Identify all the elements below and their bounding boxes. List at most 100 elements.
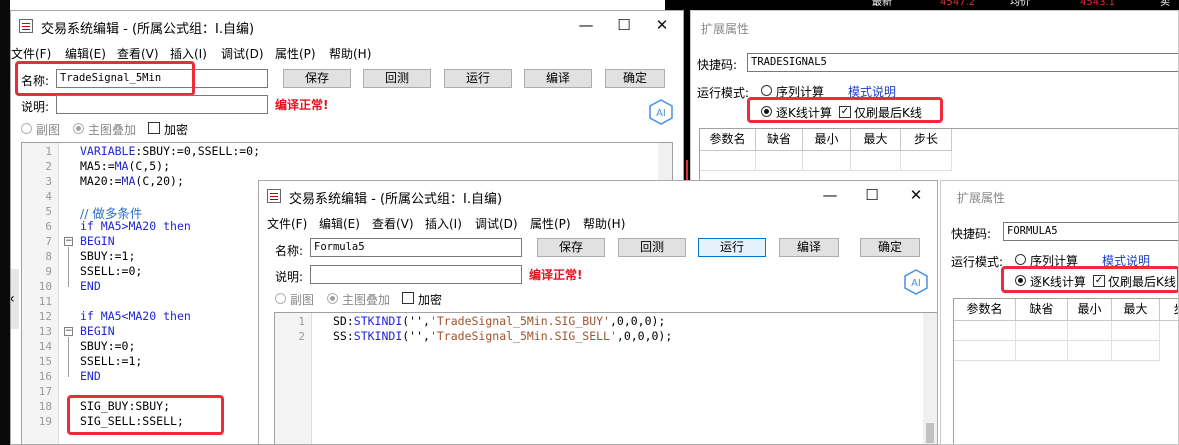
encrypt-label: 加密: [164, 123, 189, 137]
fold-toggle[interactable]: −: [64, 327, 73, 336]
table-cell[interactable]: [700, 151, 756, 171]
backtest-button[interactable]: 回测: [618, 238, 686, 257]
svg-text:AI: AI: [656, 108, 666, 119]
ai-assistant-icon[interactable]: AI: [648, 99, 674, 125]
col-min: 最小: [1068, 299, 1112, 321]
code-line-1: SD:STKINDI('','TradeSignal_5Min.SIG_BUY'…: [333, 314, 666, 328]
line-gutter: 1 2 3 4 5 6 7 8 9 10 11 12 13 14 15 16 1…: [22, 143, 59, 444]
ok-button[interactable]: 确定: [860, 238, 920, 257]
highlight-output-box: [67, 395, 224, 435]
code-line-6: if MA5>MA20 then: [80, 219, 191, 233]
menu-debug[interactable]: 调试(D): [475, 215, 518, 232]
shortcut-input[interactable]: FORMULA5: [1003, 222, 1178, 241]
close-button[interactable]: ✕: [639, 11, 683, 41]
panel-title: 扩展属性: [957, 191, 1006, 205]
table-cell[interactable]: [1112, 321, 1160, 341]
menu-view[interactable]: 查看(V): [372, 215, 414, 232]
mode-sequence-radio[interactable]: [761, 85, 772, 96]
menu-properties[interactable]: 属性(P): [530, 215, 571, 232]
maximize-button[interactable]: ☐: [849, 181, 895, 211]
menu-help[interactable]: 帮助(H): [583, 215, 625, 232]
subchart-radio[interactable]: [21, 123, 32, 134]
panel-title: 扩展属性: [701, 22, 750, 36]
menu-insert[interactable]: 插入(I): [170, 45, 207, 62]
overlay-radio[interactable]: [73, 123, 84, 134]
ticker-bar: 最新 4547.2 均价 4543.1 卖: [872, 0, 1170, 8]
code-editor[interactable]: 1 2 SD:STKINDI('','TradeSignal_5Min.SIG_…: [274, 312, 937, 444]
col-max: 最大: [1112, 299, 1160, 321]
col-step: 步: [1160, 299, 1178, 321]
description-input[interactable]: [310, 265, 522, 284]
shortcut-label: 快捷码:: [697, 58, 738, 72]
table-cell[interactable]: [1112, 341, 1160, 361]
menu-file[interactable]: 文件(F): [267, 215, 307, 232]
menu-properties[interactable]: 属性(P): [275, 45, 316, 62]
parameter-table: 参数名 缺省 最小 最大 步: [953, 298, 1178, 444]
shortcut-input[interactable]: TRADESIGNAL5: [747, 53, 1178, 72]
title-bar: 交易系统编辑 - (所属公式组：I.自编) — ☐ ✕: [259, 181, 937, 211]
run-button[interactable]: 运行: [698, 238, 766, 257]
scroll-thumb[interactable]: [926, 423, 934, 443]
col-param-name: 参数名: [700, 129, 756, 151]
chart-background-left: [0, 0, 10, 445]
name-label: 名称:: [275, 244, 304, 258]
table-cell[interactable]: [1068, 321, 1112, 341]
compile-button[interactable]: 编译: [779, 238, 839, 257]
fold-toggle[interactable]: −: [64, 237, 73, 246]
mode-sequence-radio[interactable]: [1015, 254, 1026, 265]
table-cell[interactable]: [1016, 321, 1068, 341]
table-cell[interactable]: [1016, 341, 1068, 361]
highlight-name-box: [15, 61, 195, 96]
backtest-button[interactable]: 回测: [363, 69, 431, 88]
menu-bar: 文件(F) 编辑(E) 查看(V) 插入(I) 调试(D) 属性(P) 帮助(H…: [11, 42, 683, 62]
menu-debug[interactable]: 调试(D): [221, 45, 264, 62]
table-cell[interactable]: [756, 151, 803, 171]
menu-file[interactable]: 文件(F): [11, 45, 51, 62]
left-scroll-arrow[interactable]: ‹: [11, 269, 19, 329]
vertical-scrollbar[interactable]: [923, 313, 937, 444]
subchart-radio[interactable]: [275, 293, 286, 304]
encrypt-checkbox[interactable]: [402, 292, 414, 304]
description-label: 说明:: [275, 270, 304, 284]
encrypt-checkbox[interactable]: [148, 122, 160, 134]
formula-editor-window-front: 交易系统编辑 - (所属公式组：I.自编) — ☐ ✕ 文件(F) 编辑(E) …: [258, 180, 938, 445]
overlay-radio[interactable]: [327, 293, 338, 304]
table-cell[interactable]: [1068, 341, 1112, 361]
menu-bar: 文件(F) 编辑(E) 查看(V) 插入(I) 调试(D) 属性(P) 帮助(H…: [259, 212, 937, 232]
minimize-button[interactable]: —: [807, 181, 853, 211]
ok-button[interactable]: 确定: [605, 69, 665, 88]
menu-view[interactable]: 查看(V): [117, 45, 159, 62]
table-cell[interactable]: [954, 321, 1016, 341]
close-button[interactable]: ✕: [893, 181, 937, 211]
save-button[interactable]: 保存: [283, 69, 351, 88]
table-cell[interactable]: [851, 151, 901, 171]
menu-edit[interactable]: 编辑(E): [319, 215, 360, 232]
encrypt-label: 加密: [418, 293, 443, 307]
name-input[interactable]: Formula5: [310, 238, 522, 257]
table-cell[interactable]: [901, 151, 952, 171]
code-line-7: BEGIN: [80, 234, 115, 248]
description-input[interactable]: [56, 95, 268, 114]
table-cell[interactable]: [803, 151, 851, 171]
table-cell[interactable]: [954, 341, 1016, 361]
ai-assistant-icon[interactable]: AI: [903, 269, 929, 295]
code-line-15: SSELL:=1;: [80, 354, 143, 368]
extended-properties-panel-front: 扩展属性 快捷码: FORMULA5 运行模式: 序列计算 模式说明 逐K线计算…: [940, 180, 1179, 445]
compile-button[interactable]: 编译: [524, 69, 592, 88]
compile-status: 编译正常!: [275, 98, 329, 112]
menu-insert[interactable]: 插入(I): [425, 215, 462, 232]
menu-help[interactable]: 帮助(H): [329, 45, 371, 62]
code-line-1: VARIABLE:SBUY:=0,SSELL:=0;: [80, 144, 261, 158]
fold-guide: [68, 247, 69, 287]
col-default: 缺省: [1016, 299, 1068, 321]
code-line-3: MA20:=MA(C,20);: [80, 174, 184, 188]
highlight-mode-box: [1001, 266, 1178, 293]
overlay-label: 主图叠加: [342, 293, 391, 307]
run-mode-label: 运行模式:: [951, 255, 1004, 269]
menu-edit[interactable]: 编辑(E): [65, 45, 106, 62]
run-button[interactable]: 运行: [444, 69, 512, 88]
shortcut-label: 快捷码:: [951, 227, 992, 241]
save-button[interactable]: 保存: [537, 238, 605, 257]
code-line-2: SS:STKINDI('','TradeSignal_5Min.SIG_SELL…: [333, 329, 673, 343]
window-title: 交易系统编辑 - (所属公式组：I.自编): [289, 192, 503, 207]
